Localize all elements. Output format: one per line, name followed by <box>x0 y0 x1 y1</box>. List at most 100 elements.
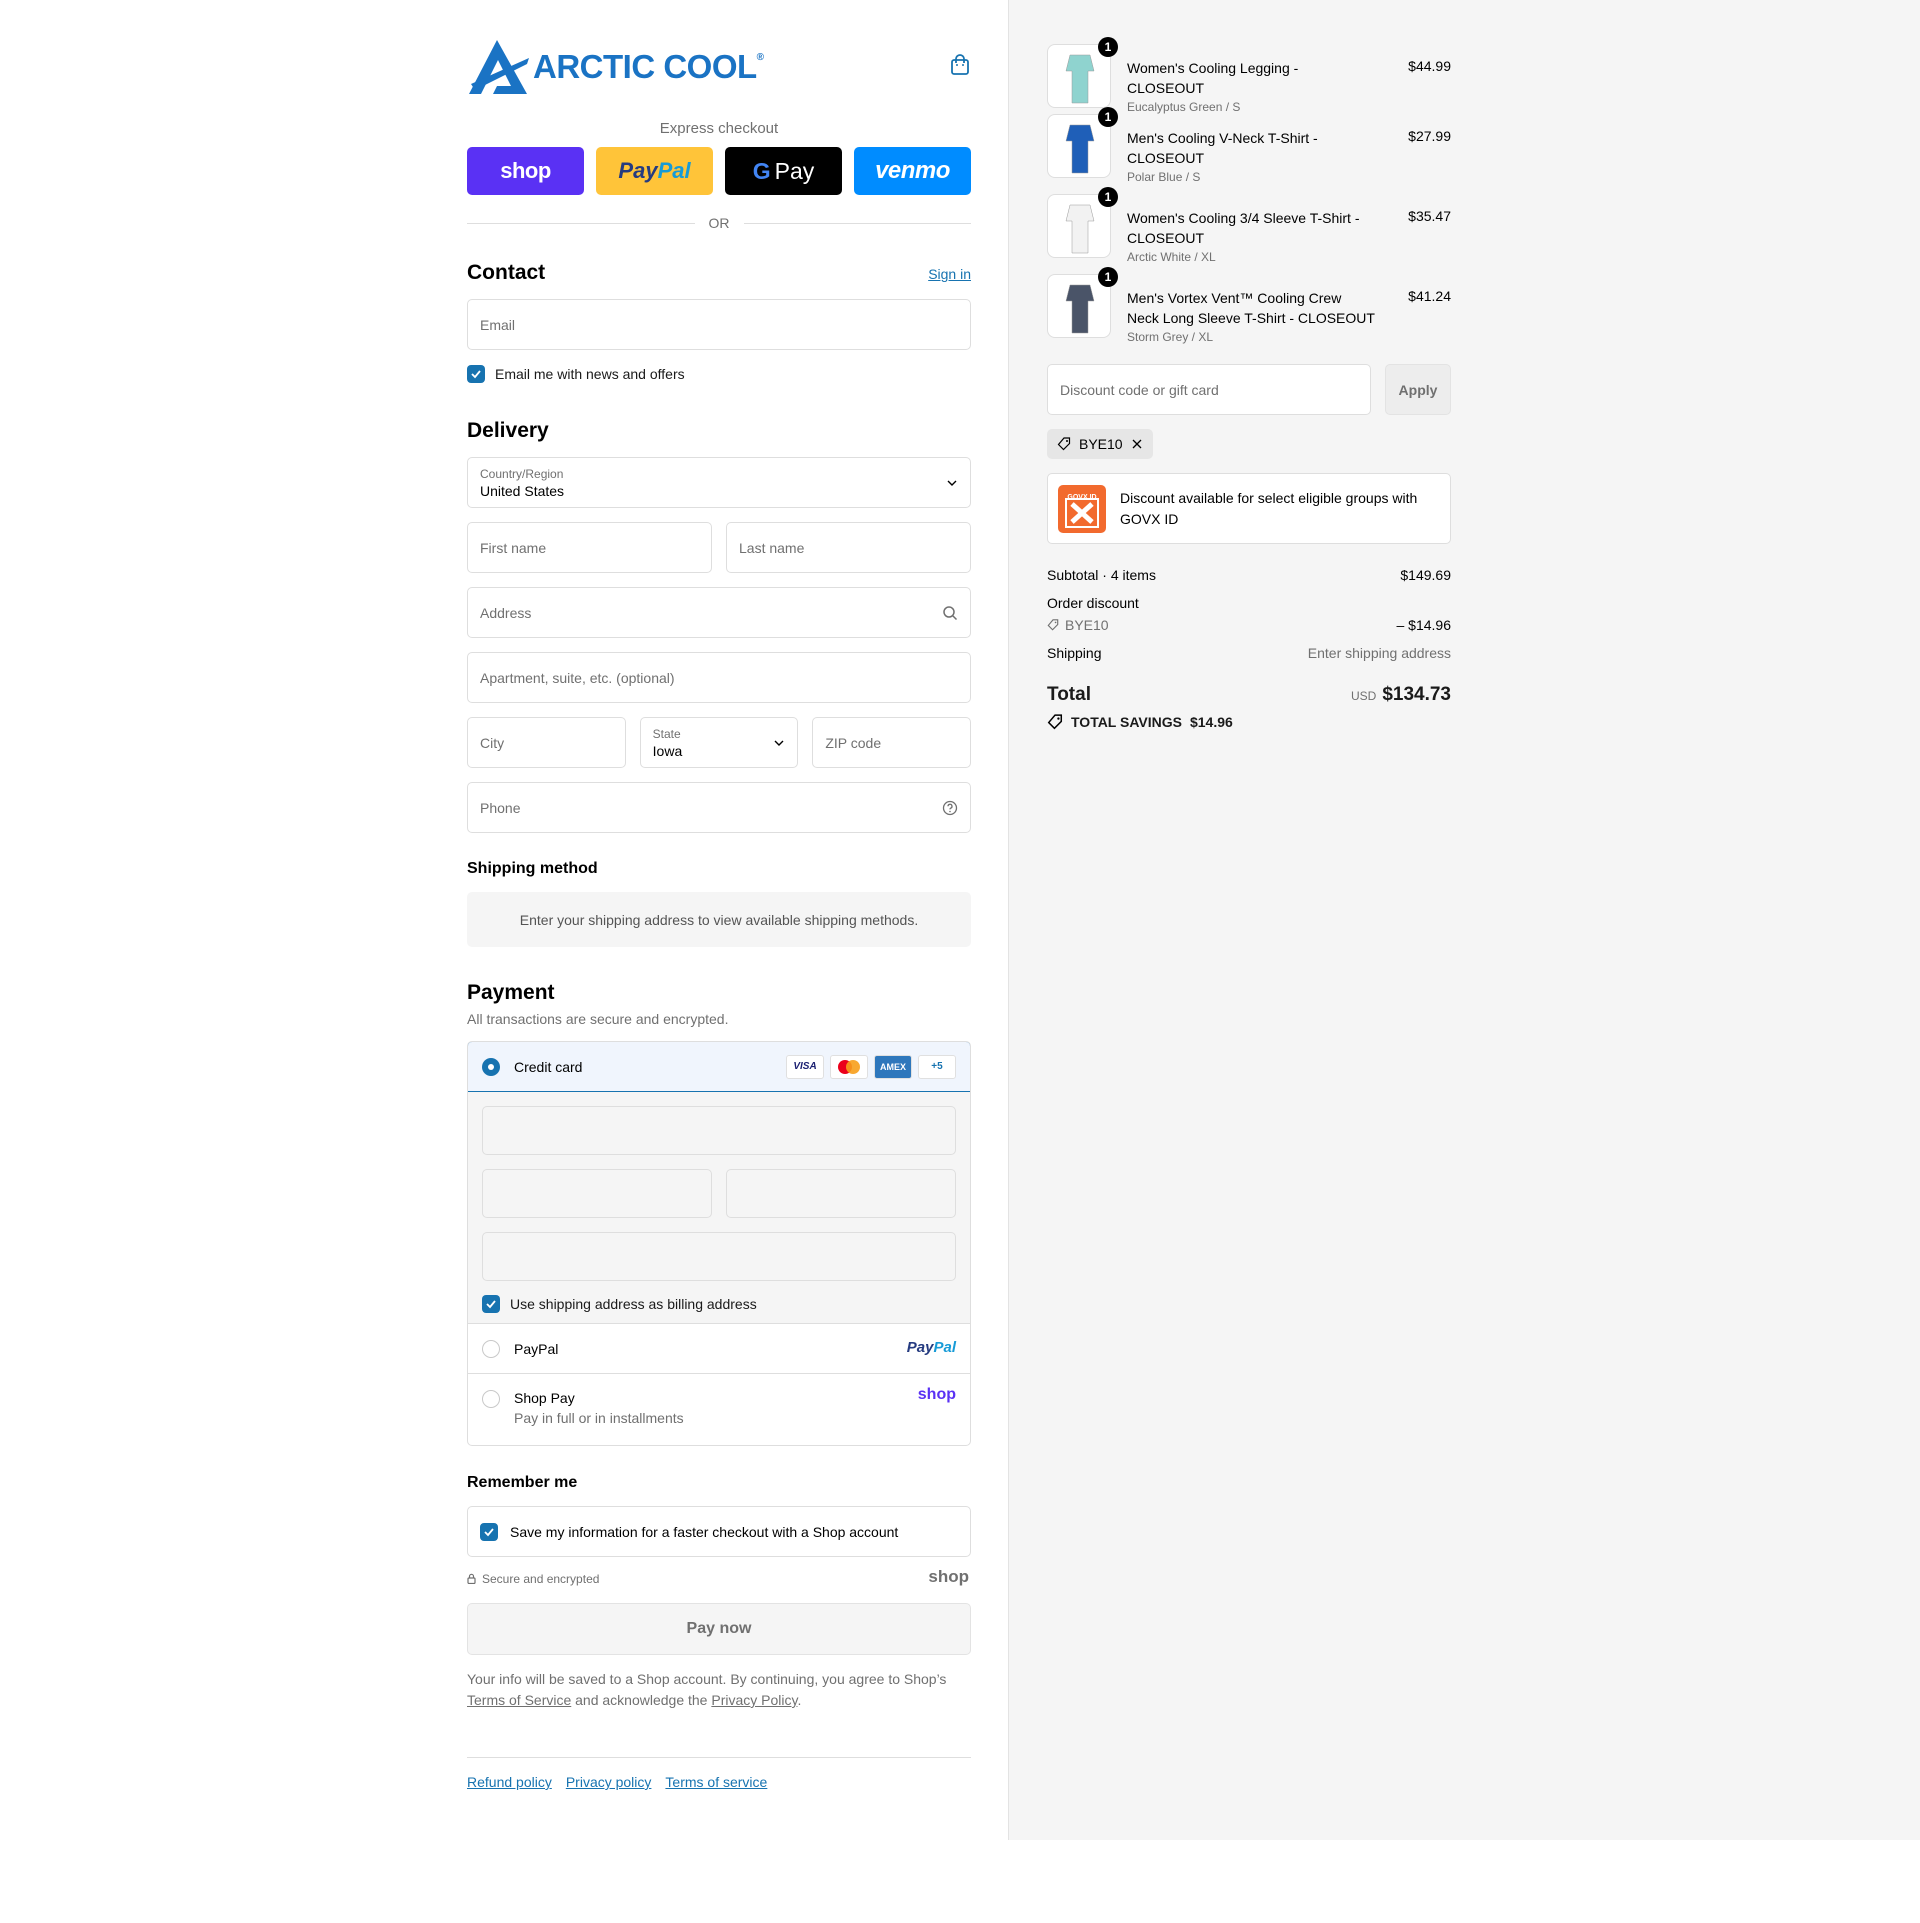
billing-same-checkbox[interactable] <box>482 1295 500 1313</box>
sign-in-link[interactable]: Sign in <box>928 266 971 282</box>
divider-line <box>467 222 695 224</box>
shop-pay-option[interactable]: Shop Pay Pay in full or in installments … <box>468 1374 970 1445</box>
product-price: $27.99 <box>1408 128 1451 144</box>
govx-banner[interactable]: GOVX ID Discount available for select el… <box>1047 473 1451 544</box>
paypal-label-pay: Pay <box>618 158 658 183</box>
checkout-main: ARCTIC COOL® Express checkout shop Pay Pa… <box>467 36 972 1790</box>
shop-terms-link[interactable]: Terms of Service <box>467 1692 571 1708</box>
save-info-label: Save my information for a faster checkou… <box>510 1523 899 1540</box>
cart-item: 1 Women's Cooling Legging - CLOSEOUT Eucal… <box>1047 37 1451 114</box>
paypal-radio[interactable] <box>482 1339 500 1358</box>
product-name: Men's Vortex Vent™ Cooling Crew Neck Lon… <box>1127 290 1375 326</box>
privacy-policy-link[interactable]: Privacy policy <box>566 1774 652 1790</box>
credit-card-panel: Use shipping address as billing address <box>468 1092 970 1324</box>
email-field[interactable]: Email <box>467 299 971 350</box>
news-checkbox[interactable] <box>467 365 485 383</box>
refund-policy-link[interactable]: Refund policy <box>467 1774 552 1790</box>
card-name-field[interactable] <box>482 1232 956 1281</box>
order-discount-row: Order discount <box>1047 592 1451 614</box>
zip-placeholder: ZIP code <box>825 734 882 751</box>
shopping-bag-icon[interactable] <box>949 54 971 76</box>
tag-icon <box>1057 437 1071 451</box>
city-placeholder: City <box>480 734 505 751</box>
product-image: 1 <box>1047 187 1118 258</box>
apply-discount-button[interactable]: Apply <box>1385 364 1451 415</box>
email-placeholder: Email <box>480 316 516 333</box>
paypal-label-pal: Pal <box>657 158 691 183</box>
zip-field[interactable]: ZIP code <box>812 717 972 768</box>
first-name-field[interactable]: First name <box>467 522 712 573</box>
city-state-zip-row: City State Iowa ZIP code <box>467 717 972 768</box>
city-field[interactable]: City <box>467 717 626 768</box>
shop-privacy-link[interactable]: Privacy Policy <box>711 1692 797 1708</box>
paypal-logo-icon: PayPal <box>906 1338 956 1356</box>
billing-same-label: Use shipping address as billing address <box>510 1296 757 1312</box>
last-name-placeholder: Last name <box>739 539 805 556</box>
arctic-cool-logo[interactable]: ARCTIC COOL® <box>467 38 764 96</box>
discount-amount: – $14.96 <box>1396 617 1452 633</box>
legal-text: Your info will be saved to a Shop accoun… <box>467 1669 971 1711</box>
shop-pay-subtitle: Pay in full or in installments <box>514 1410 684 1426</box>
discount-code-input[interactable]: Discount code or gift card <box>1047 364 1371 415</box>
amex-icon: AMEX <box>874 1054 912 1079</box>
shop-pay-text: Shop Pay Pay in full or in installments <box>514 1390 684 1426</box>
shop-pay-label: shop <box>500 158 551 183</box>
product-name: Women's Cooling 3/4 Sleeve T-Shirt - CLO… <box>1127 210 1360 246</box>
govx-text: Discount available for select eligible g… <box>1120 489 1418 527</box>
product-image: 1 <box>1047 37 1118 108</box>
close-icon[interactable] <box>1131 438 1143 450</box>
subtotal-row: Subtotal · 4 items $149.69 <box>1047 564 1451 586</box>
shipping-label: Shipping <box>1047 645 1102 661</box>
quantity-badge: 1 <box>1098 267 1118 287</box>
discount-row: Discount code or gift card Apply <box>1047 364 1451 415</box>
product-variant: Polar Blue / S <box>1127 170 1201 184</box>
legal-mid: and acknowledge the <box>575 1692 708 1708</box>
order-summary: 1 Women's Cooling Legging - CLOSEOUT Eucal… <box>1047 37 1451 730</box>
credit-card-option[interactable]: Credit card VISA AMEX +5 <box>468 1042 970 1092</box>
save-info-checkbox[interactable] <box>480 1522 498 1541</box>
credit-card-label: Credit card <box>514 1058 583 1075</box>
card-expiry-field[interactable] <box>482 1169 712 1218</box>
address-field[interactable]: Address <box>467 587 971 638</box>
card-expiry-cvv-row <box>482 1169 956 1218</box>
country-select[interactable]: Country/Region United States <box>467 457 971 508</box>
paypal-button[interactable]: Pay Pal <box>596 147 713 195</box>
billing-same-row[interactable]: Use shipping address as billing address <box>482 1295 956 1313</box>
payment-subtitle: All transactions are secure and encrypte… <box>467 1011 729 1027</box>
quantity-badge: 1 <box>1098 187 1118 207</box>
first-name-placeholder: First name <box>480 539 547 556</box>
phone-placeholder: Phone <box>480 799 521 816</box>
chevron-down-icon <box>947 480 957 486</box>
savings-label: TOTAL SAVINGS <box>1071 714 1182 730</box>
terms-of-service-link[interactable]: Terms of service <box>665 1774 767 1790</box>
visa-icon: VISA <box>786 1054 824 1079</box>
credit-card-radio[interactable] <box>482 1057 500 1076</box>
apartment-field[interactable]: Apartment, suite, etc. (optional) <box>467 652 971 703</box>
card-number-field[interactable] <box>482 1106 956 1155</box>
state-select[interactable]: State Iowa <box>639 717 799 768</box>
paypal-option[interactable]: PayPal PayPal <box>468 1324 970 1374</box>
discount-code-row: BYE10 – $14.96 <box>1047 614 1451 636</box>
checkmark-icon <box>486 1300 496 1309</box>
paypal-option-label: PayPal <box>514 1340 559 1357</box>
shop-pay-radio[interactable] <box>482 1390 500 1408</box>
venmo-label: venmo <box>875 157 950 184</box>
secure-row: Secure and encrypted shop <box>467 1567 971 1595</box>
phone-field[interactable]: Phone <box>467 782 971 833</box>
venmo-button[interactable]: venmo <box>854 147 971 195</box>
card-cvv-field[interactable] <box>726 1169 956 1218</box>
last-name-field[interactable]: Last name <box>726 522 971 573</box>
shop-pay-button[interactable]: shop <box>467 147 584 195</box>
news-checkbox-row[interactable]: Email me with news and offers <box>467 365 971 383</box>
cart-item: 1 Men's Vortex Vent™ Cooling Crew Neck Lo… <box>1047 267 1451 364</box>
express-buttons: shop Pay Pal G Pay venmo <box>467 147 971 195</box>
remember-me-box[interactable]: Save my information for a faster checkou… <box>467 1506 971 1557</box>
pay-now-button[interactable]: Pay now <box>467 1603 971 1655</box>
google-pay-button[interactable]: G Pay <box>725 147 842 195</box>
legal-end: . <box>797 1692 802 1708</box>
tag-icon <box>1047 619 1059 631</box>
express-checkout-label: Express checkout <box>659 120 779 137</box>
help-circle-icon[interactable] <box>942 800 958 816</box>
shipping-notice-text: Enter your shipping address to view avai… <box>519 911 919 928</box>
country-value: United States <box>480 483 565 499</box>
